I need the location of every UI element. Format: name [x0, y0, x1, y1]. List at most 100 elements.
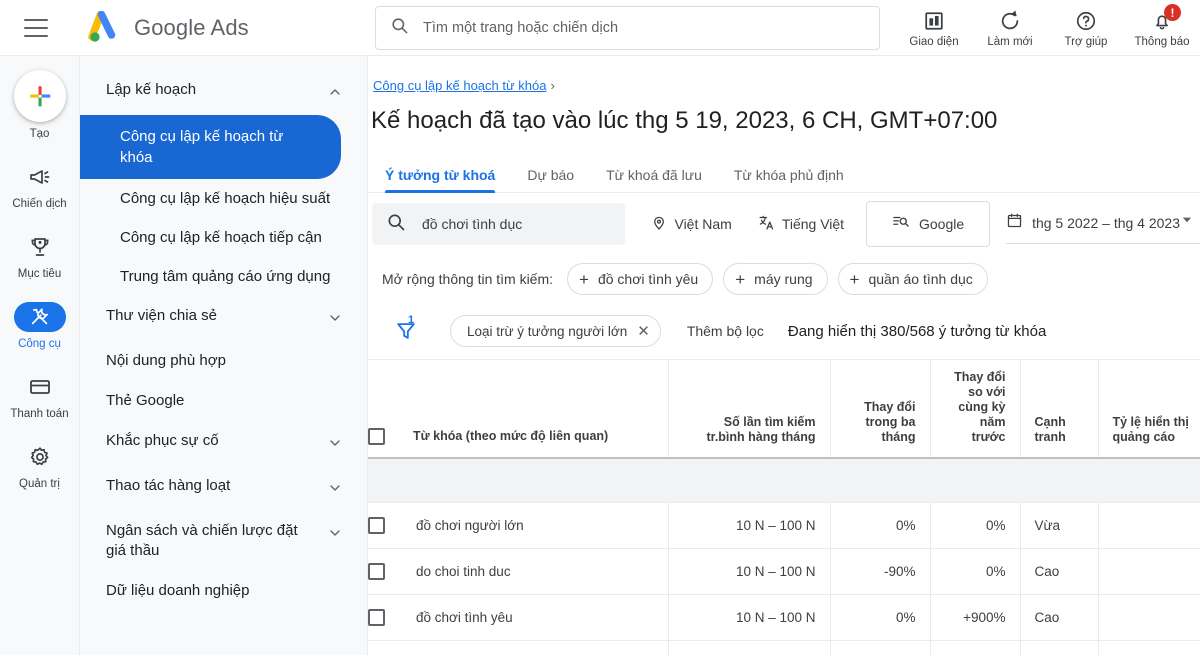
sidebar-item-app-ads-hub[interactable]: Trung tâm quảng cáo ứng dụng [80, 257, 367, 296]
row-checkbox[interactable] [368, 609, 385, 626]
row-checkbox[interactable] [368, 563, 385, 580]
create-label: Tạo [29, 128, 50, 140]
rail-item-billing[interactable]: Thanh toán [0, 372, 80, 420]
nav-group-label: Nội dung phù hợp [106, 352, 226, 369]
table-section-label: Ý tưởng từ khoá [368, 458, 1200, 503]
help-button[interactable]: Trợ giúp [1048, 0, 1124, 56]
broaden-chip-label: quần áo tình dục [868, 271, 973, 287]
nav-group-label: Khắc phục sự cố [106, 432, 219, 449]
row-avg-searches: 10 N – 100 N [667, 502, 830, 549]
sidebar-item-performance-planner[interactable]: Công cụ lập kế hoạch hiệu suất [80, 179, 367, 218]
main-content: Công cụ lập kế hoạch từ khóa › Kế hoạch đ… [368, 56, 1200, 655]
caret-down-icon[interactable] [1180, 213, 1194, 232]
column-header-keyword[interactable]: Từ khóa (theo mức độ liên quan) [368, 359, 668, 459]
rail-item-campaigns[interactable]: Chiến dịch [0, 162, 80, 210]
language-label: Tiếng Việt [781, 216, 845, 232]
nav-group-label: Dữ liệu doanh nghiệp [106, 582, 250, 599]
brand-name: Google Ads [134, 14, 249, 40]
add-filter-button[interactable]: Thêm bộ lọc [687, 323, 764, 339]
chevron-down-icon[interactable] [327, 480, 343, 501]
nav-group-content-suitability[interactable]: Nội dung phù hợp [80, 341, 367, 381]
row-competition: Vừa [1019, 502, 1098, 549]
top-app-bar: Google Ads Giao diện [0, 0, 1200, 56]
hamburger-menu-icon[interactable] [24, 18, 48, 37]
nav-group-budgets-bidding[interactable]: Ngân sách và chiến lược đặt giá thầu [80, 511, 367, 571]
table-row[interactable]: do choi tinh duc 10 N – 100 N -90% 0% Ca… [368, 548, 1200, 595]
active-filter-chip[interactable]: Loại trừ ý tưởng người lớn ✕ [450, 315, 661, 347]
rail-item-admin[interactable]: Quản trị [0, 442, 80, 490]
row-keyword-cell: đồ chơi tình yêu [368, 594, 668, 641]
appearance-button[interactable]: Giao diện [896, 0, 972, 56]
sidebar-item-keyword-planner[interactable]: Công cụ lập kế hoạch từ khóa [80, 115, 341, 179]
column-header-ad-impression-share[interactable]: Tỷ lệ hiển thị quảng cáo [1097, 359, 1200, 459]
row-three-month-change: -90% [829, 548, 930, 595]
row-ad-impression-share [1097, 640, 1200, 655]
notifications-badge: ! [1164, 4, 1181, 21]
keyword-ideas-table: Từ khóa (theo mức độ liên quan) Số lần t… [368, 359, 1200, 655]
global-search-input[interactable] [421, 19, 865, 37]
search-controls: đồ chơi tình dục Việt Nam Tiếng Việt Goo… [368, 193, 1200, 255]
row-three-month-change: 0% [829, 594, 930, 641]
chevron-down-icon[interactable] [327, 435, 343, 456]
appearance-icon [923, 9, 945, 33]
keyword-search-value: đồ chơi tình dục [422, 216, 523, 232]
date-range-label: thg 5 2022 – thg 4 2023 [1032, 214, 1180, 231]
close-icon[interactable]: ✕ [637, 324, 650, 339]
nav-group-business-data[interactable]: Dữ liệu doanh nghiệp [80, 571, 367, 611]
tab-forecast[interactable]: Dự báo [511, 167, 590, 193]
language-selector[interactable]: Tiếng Việt [758, 214, 844, 234]
trophy-icon [14, 232, 66, 262]
chevron-up-icon[interactable] [327, 84, 343, 105]
nav-group-troubleshooting[interactable]: Khắc phục sự cố [80, 421, 367, 466]
table-row[interactable]: do choi nguoi lon 1 N – 10 N 0% 0% Thấp [368, 640, 1200, 655]
network-selector[interactable]: Google [866, 201, 991, 247]
refresh-button[interactable]: Làm mới [972, 0, 1048, 56]
tab-negative-keywords[interactable]: Từ khóa phủ định [718, 167, 860, 193]
column-header-competition[interactable]: Cạnh tranh [1019, 359, 1098, 459]
filter-funnel-icon[interactable]: 1 [386, 314, 426, 347]
sidebar-item-reach-planner[interactable]: Công cụ lập kế hoạch tiếp cận [80, 218, 367, 257]
chevron-down-icon[interactable] [327, 525, 343, 546]
row-three-month-change: 0% [829, 640, 930, 655]
help-label: Trợ giúp [1064, 35, 1108, 48]
google-ads-logo-icon [86, 10, 122, 45]
icon-rail: Tạo Chiến dịch Mục tiêu Công cụ Thanh to… [0, 56, 80, 655]
page-title: Kế hoạch đã tạo vào lúc thg 5 19, 2023, … [371, 107, 998, 134]
column-header-yoy-change[interactable]: Thay đổi so với cùng kỳ năm trước [929, 359, 1020, 459]
row-checkbox[interactable] [368, 517, 385, 534]
column-header-avg-searches[interactable]: Số lần tìm kiếm tr.bình hàng tháng [667, 359, 830, 459]
broaden-chip-1[interactable]: + đồ chơi tình yêu [567, 263, 714, 295]
active-filter-label: Loại trừ ý tưởng người lớn [467, 323, 628, 339]
rail-item-goals[interactable]: Mục tiêu [0, 232, 80, 280]
nav-group-label: Ngân sách và chiến lược đặt giá thầu [106, 522, 298, 559]
nav-group-google-tag[interactable]: Thẻ Google [80, 381, 367, 421]
keyword-search-input[interactable]: đồ chơi tình dục [372, 203, 626, 245]
chevron-down-icon[interactable] [327, 310, 343, 331]
plus-icon: + [849, 269, 860, 289]
broaden-chip-3[interactable]: + quần áo tình dục [837, 263, 988, 295]
nav-group-planning[interactable]: Lập kế hoạch [80, 70, 367, 115]
nav-group-bulk-actions[interactable]: Thao tác hàng loạt [80, 466, 367, 511]
brand: Google Ads [86, 10, 249, 45]
row-yoy-change: 0% [929, 548, 1020, 595]
breadcrumb-link-keyword-planner[interactable]: Công cụ lập kế hoạch từ khóa [373, 78, 546, 93]
broaden-label: Mở rộng thông tin tìm kiếm: [382, 271, 554, 287]
location-selector[interactable]: Việt Nam [651, 215, 732, 234]
column-header-three-month-change[interactable]: Thay đổi trong ba tháng [829, 359, 930, 459]
rail-item-tools[interactable]: Công cụ [0, 302, 80, 350]
select-all-checkbox[interactable] [368, 428, 385, 445]
nav-group-shared-library[interactable]: Thư viện chia sẻ [80, 296, 367, 341]
tab-keyword-ideas[interactable]: Ý tưởng từ khoá [372, 167, 511, 193]
broaden-chip-2[interactable]: + máy rung [723, 263, 828, 295]
rail-label-goals: Mục tiêu [17, 268, 62, 280]
date-range-selector[interactable]: thg 5 2022 – thg 4 2023 [1006, 204, 1200, 244]
nav-group-label: Thư viện chia sẻ [106, 307, 217, 324]
table-row[interactable]: đồ chơi người lớn 10 N – 100 N 0% 0% Vừa [368, 502, 1200, 549]
global-search[interactable] [375, 6, 880, 50]
notifications-button[interactable]: ! Thông báo [1124, 0, 1200, 56]
table-row[interactable]: đồ chơi tình yêu 10 N – 100 N 0% +900% C… [368, 594, 1200, 641]
tab-saved-keywords[interactable]: Từ khoá đã lưu [590, 167, 718, 193]
create-button[interactable]: Tạo [0, 70, 80, 140]
row-competition: Cao [1019, 548, 1098, 595]
row-competition: Thấp [1019, 640, 1098, 655]
